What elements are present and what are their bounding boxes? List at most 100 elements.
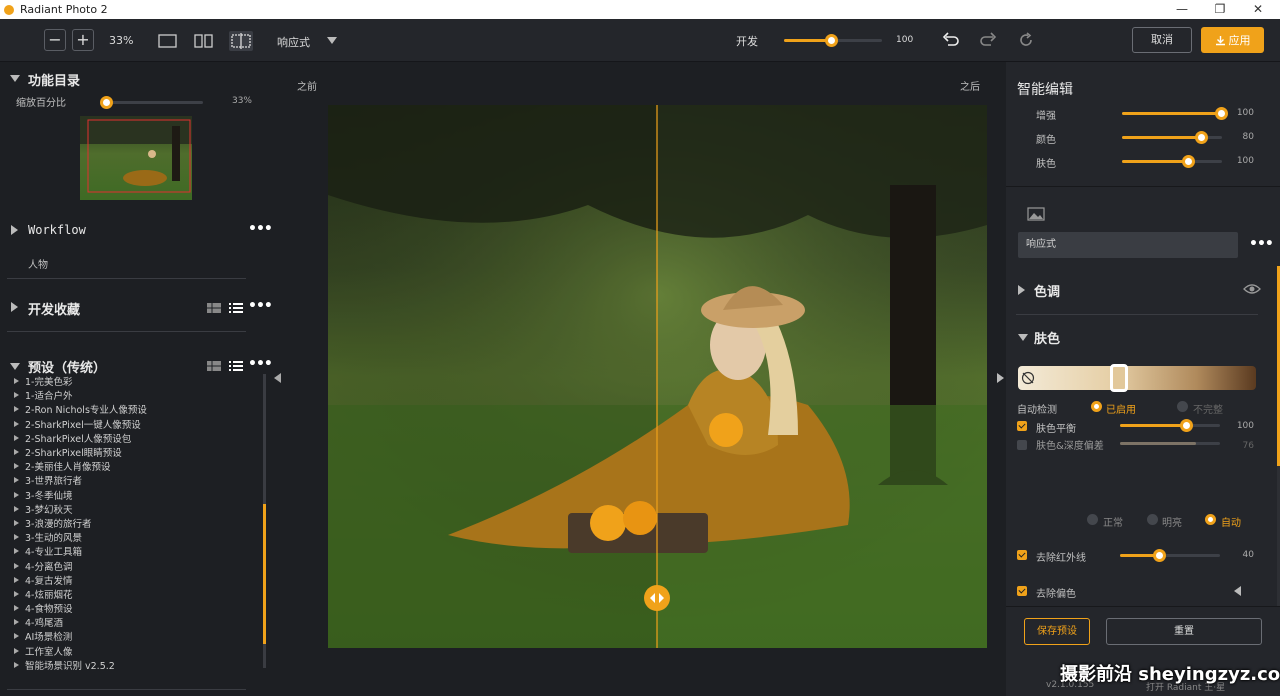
expand-icon[interactable]: [11, 225, 18, 235]
smart-slider[interactable]: [1122, 107, 1228, 120]
skin-depth-slider[interactable]: [1120, 442, 1220, 445]
preset-item[interactable]: 1-完美色彩: [14, 374, 254, 388]
skin-depth-checkbox[interactable]: [1017, 440, 1027, 450]
expand-icon[interactable]: [14, 420, 19, 427]
refresh-icon[interactable]: [1017, 31, 1035, 49]
collapse-icon[interactable]: [1018, 334, 1028, 341]
smart-slider[interactable]: [1122, 155, 1222, 168]
preset-item[interactable]: 3-冬季仙境: [14, 488, 254, 502]
skin-tone-picker[interactable]: [1110, 364, 1128, 392]
preset-item[interactable]: 3-世界旅行者: [14, 473, 254, 487]
expand-icon[interactable]: [14, 449, 19, 456]
close-button[interactable]: ✕: [1243, 0, 1273, 19]
eye-icon[interactable]: [1243, 283, 1261, 295]
preset-item[interactable]: 2-SharkPixel一键人像预设: [14, 417, 254, 431]
no-skin-icon[interactable]: [1021, 371, 1035, 385]
side-by-side-icon[interactable]: [194, 33, 214, 49]
expand-icon[interactable]: [14, 463, 19, 470]
preset-item[interactable]: 4-专业工具箱: [14, 544, 254, 558]
expand-icon[interactable]: [14, 434, 19, 441]
mode-normal-radio[interactable]: [1087, 514, 1098, 525]
redo-icon[interactable]: [979, 31, 997, 49]
view-mode-select[interactable]: 响应式: [277, 34, 310, 50]
remove-cast-expand-icon[interactable]: [1234, 586, 1241, 596]
preset-select[interactable]: 响应式: [1018, 232, 1238, 258]
remove-cast-checkbox[interactable]: [1017, 586, 1027, 596]
grid-view-icon[interactable]: [207, 303, 221, 313]
expand-icon[interactable]: [14, 633, 19, 640]
list-view-icon[interactable]: [229, 360, 243, 372]
split-view-icon[interactable]: [229, 31, 253, 51]
preset-item[interactable]: 智能场景识别 v2.5.2: [14, 658, 254, 672]
strength-slider[interactable]: [784, 34, 882, 47]
mode-bright-radio[interactable]: [1147, 514, 1158, 525]
zoom-pct-knob[interactable]: [100, 96, 113, 109]
skin-tone-gradient[interactable]: [1018, 364, 1256, 392]
chevron-down-icon[interactable]: [327, 37, 337, 44]
undo-icon[interactable]: [942, 31, 960, 49]
remove-ir-slider[interactable]: [1120, 549, 1220, 562]
expand-icon[interactable]: [14, 661, 19, 668]
single-view-icon[interactable]: [158, 33, 178, 49]
expand-icon[interactable]: [14, 647, 19, 654]
workflow-item[interactable]: 人物: [28, 256, 48, 271]
preset-item[interactable]: 工作室人像: [14, 644, 254, 658]
smart-slider-knob[interactable]: [1195, 131, 1208, 144]
expand-icon[interactable]: [14, 491, 19, 498]
preset-more-icon[interactable]: •••: [1249, 236, 1274, 252]
expand-icon[interactable]: [14, 619, 19, 626]
navigator-thumbnail[interactable]: [80, 116, 192, 200]
apply-button[interactable]: 应用: [1201, 27, 1264, 53]
photo-canvas[interactable]: [328, 105, 987, 648]
skin-balance-slider[interactable]: [1120, 419, 1220, 432]
auto-detect-on-radio[interactable]: [1091, 401, 1102, 412]
remove-ir-knob[interactable]: [1153, 549, 1166, 562]
skin-balance-knob[interactable]: [1180, 419, 1193, 432]
expand-icon[interactable]: [11, 302, 18, 312]
expand-icon[interactable]: [14, 576, 19, 583]
preset-item[interactable]: 2-SharkPixel人像预设包: [14, 431, 254, 445]
collapse-icon[interactable]: [10, 363, 20, 370]
zoom-pct-slider[interactable]: [100, 96, 203, 109]
expand-icon[interactable]: [14, 505, 19, 512]
preset-item[interactable]: AI场景检测: [14, 629, 254, 643]
preset-item[interactable]: 3-生动的风景: [14, 530, 254, 544]
preset-scrollbar[interactable]: [263, 374, 266, 668]
preset-item[interactable]: 4-复古发情: [14, 573, 254, 587]
collapse-icon[interactable]: [10, 75, 20, 82]
expand-icon[interactable]: [14, 378, 19, 385]
mode-auto-radio[interactable]: [1205, 514, 1216, 525]
preset-item[interactable]: 4-鸡尾酒: [14, 615, 254, 629]
collapse-right-panel-icon[interactable]: [997, 373, 1004, 383]
skin-balance-checkbox[interactable]: [1017, 421, 1027, 431]
expand-icon[interactable]: [14, 590, 19, 597]
expand-icon[interactable]: [14, 477, 19, 484]
preset-item[interactable]: 4-炫丽烟花: [14, 587, 254, 601]
maximize-button[interactable]: ❐: [1205, 0, 1235, 19]
expand-icon[interactable]: [14, 548, 19, 555]
grid-view-icon[interactable]: [207, 361, 221, 371]
cancel-button[interactable]: 取消: [1132, 27, 1192, 53]
strength-slider-knob[interactable]: [825, 34, 838, 47]
preset-item[interactable]: 4-分离色调: [14, 558, 254, 573]
expand-icon[interactable]: [14, 392, 19, 399]
preset-item[interactable]: 2-美丽佳人肖像预设: [14, 459, 254, 473]
reset-button[interactable]: 重置: [1106, 618, 1262, 645]
collapse-left-panel-icon[interactable]: [274, 373, 281, 383]
auto-detect-off-radio[interactable]: [1177, 401, 1188, 412]
smart-slider[interactable]: [1122, 131, 1222, 144]
remove-ir-checkbox[interactable]: [1017, 550, 1027, 560]
smart-slider-knob[interactable]: [1182, 155, 1195, 168]
expand-icon[interactable]: [14, 562, 19, 569]
preset-item[interactable]: 4-食物预设: [14, 601, 254, 615]
preset-scrollbar-thumb[interactable]: [263, 504, 266, 644]
zoom-in-button[interactable]: +: [72, 29, 94, 51]
minimize-button[interactable]: —: [1167, 0, 1197, 19]
workflow-more-icon[interactable]: •••: [248, 221, 273, 237]
preset-item[interactable]: 3-浪漫的旅行者: [14, 516, 254, 530]
expand-icon[interactable]: [14, 519, 19, 526]
preset-item[interactable]: 3-梦幻秋天: [14, 502, 254, 516]
presets-more-icon[interactable]: •••: [248, 356, 273, 372]
preset-item[interactable]: 2-Ron Nichols专业人像预设: [14, 402, 254, 416]
expand-icon[interactable]: [14, 605, 19, 612]
